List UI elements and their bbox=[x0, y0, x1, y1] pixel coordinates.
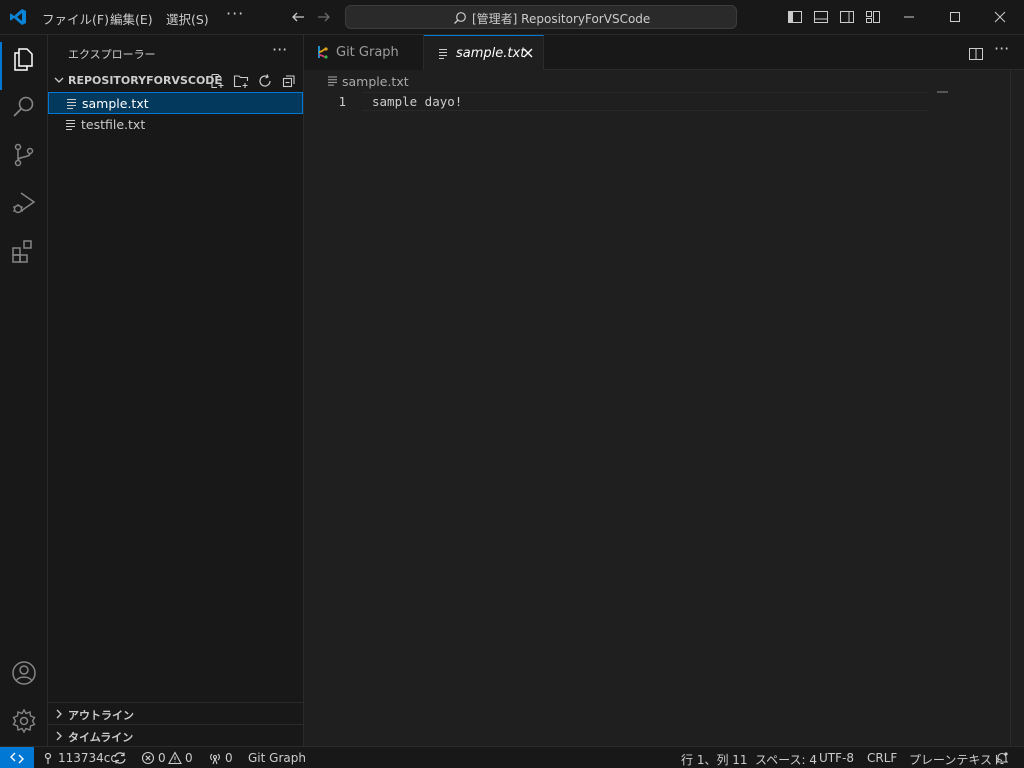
split-editor-icon[interactable] bbox=[968, 46, 984, 62]
search-icon[interactable] bbox=[10, 93, 38, 121]
collapse-all-icon[interactable] bbox=[281, 73, 297, 89]
status-bar: 113734cc 0 0 0 Git Graph 行 1、列 11 スペース: … bbox=[0, 746, 1024, 768]
file-label: sample.txt bbox=[82, 96, 149, 111]
toggle-secondary-sidebar-icon[interactable] bbox=[839, 9, 855, 25]
line-number: 1 bbox=[338, 94, 346, 109]
forward-arrow-icon[interactable] bbox=[316, 9, 332, 25]
text-file-icon bbox=[439, 49, 447, 59]
git-graph-status[interactable]: Git Graph bbox=[248, 751, 306, 765]
git-graph-icon bbox=[318, 46, 328, 59]
explorer-sidebar: エクスプローラー ··· REPOSITORYFORVSCODE sample.… bbox=[48, 35, 304, 746]
extensions-icon[interactable] bbox=[10, 237, 38, 265]
explorer-icon[interactable] bbox=[10, 45, 38, 73]
command-center-text: [管理者] RepositoryForVSCode bbox=[472, 12, 651, 26]
editor-scrollbar[interactable] bbox=[1010, 70, 1011, 746]
broadcast-icon bbox=[210, 753, 220, 765]
code-line[interactable]: sample dayo! bbox=[372, 94, 462, 109]
outline-label: アウトライン bbox=[68, 709, 134, 722]
title-bar: ファイル(F) 編集(E) 選択(S) ··· [管理者] Repository… bbox=[0, 0, 1024, 35]
new-file-icon[interactable] bbox=[209, 73, 225, 89]
chevron-right-icon bbox=[56, 731, 62, 741]
sidebar-title: エクスプローラー bbox=[68, 48, 156, 61]
text-file-icon bbox=[67, 99, 76, 109]
tab-label: Git Graph bbox=[336, 45, 399, 60]
file-item-sample[interactable]: sample.txt bbox=[48, 92, 303, 114]
menu-selection[interactable]: 選択(S) bbox=[166, 9, 209, 28]
accounts-icon[interactable] bbox=[10, 659, 38, 687]
sync-icon[interactable] bbox=[113, 751, 127, 765]
ports-count[interactable]: 0 bbox=[225, 751, 233, 765]
editor-tab-bar: Git Graph sample.txt ··· bbox=[304, 35, 1024, 70]
error-icon bbox=[141, 751, 155, 765]
outline-section[interactable]: アウトライン bbox=[48, 702, 303, 724]
toggle-panel-icon[interactable] bbox=[813, 9, 829, 25]
search-icon bbox=[454, 12, 466, 24]
close-window-icon[interactable] bbox=[991, 8, 1009, 26]
cursor-position[interactable]: 行 1、列 11 bbox=[681, 751, 748, 768]
vscode-logo-icon bbox=[10, 9, 26, 25]
close-icon[interactable] bbox=[522, 47, 534, 59]
remote-indicator[interactable] bbox=[0, 747, 34, 768]
minimap[interactable] bbox=[937, 91, 948, 93]
tab-label: sample.txt bbox=[456, 46, 526, 61]
run-and-debug-icon[interactable] bbox=[10, 189, 38, 217]
active-indicator bbox=[0, 42, 2, 90]
minimize-icon[interactable] bbox=[900, 8, 918, 26]
back-arrow-icon[interactable] bbox=[290, 9, 306, 25]
chevron-down-icon bbox=[54, 77, 64, 83]
branch-status[interactable]: 113734cc bbox=[58, 751, 117, 765]
new-folder-icon[interactable] bbox=[233, 73, 249, 89]
tab-sample-txt[interactable]: sample.txt bbox=[424, 35, 544, 70]
language-mode[interactable]: プレーンテキスト bbox=[909, 751, 1004, 768]
indentation[interactable]: スペース: 4 bbox=[755, 751, 817, 768]
menu-more-button[interactable]: ··· bbox=[226, 4, 244, 23]
end-of-line[interactable]: CRLF bbox=[867, 751, 897, 765]
menu-file[interactable]: ファイル(F) bbox=[42, 9, 109, 28]
file-item-testfile[interactable]: testfile.txt bbox=[48, 114, 303, 136]
sidebar-more-button[interactable]: ··· bbox=[272, 40, 287, 59]
tab-git-graph[interactable]: Git Graph bbox=[304, 35, 424, 70]
activity-bar bbox=[0, 35, 48, 746]
refresh-icon[interactable] bbox=[257, 73, 273, 89]
folder-name: REPOSITORYFORVSCODE bbox=[68, 74, 222, 87]
file-label: testfile.txt bbox=[81, 117, 146, 132]
text-file-icon bbox=[66, 120, 75, 130]
customize-layout-icon[interactable] bbox=[865, 9, 881, 25]
breadcrumb-file: sample.txt bbox=[342, 74, 409, 89]
text-file-icon bbox=[328, 76, 337, 86]
source-control-icon[interactable] bbox=[10, 141, 38, 169]
toggle-primary-sidebar-icon[interactable] bbox=[787, 9, 803, 25]
remote-icon bbox=[10, 752, 24, 764]
warning-count[interactable]: 0 bbox=[185, 751, 193, 765]
timeline-section[interactable]: タイムライン bbox=[48, 724, 303, 746]
chevron-right-icon bbox=[56, 709, 62, 719]
error-count[interactable]: 0 bbox=[158, 751, 166, 765]
notifications-bell-icon[interactable] bbox=[995, 751, 1009, 765]
editor-more-button[interactable]: ··· bbox=[994, 39, 1009, 58]
command-center[interactable]: [管理者] RepositoryForVSCode bbox=[345, 5, 737, 29]
encoding[interactable]: UTF-8 bbox=[819, 751, 854, 765]
manage-gear-icon[interactable] bbox=[10, 707, 38, 735]
warning-icon bbox=[168, 751, 182, 765]
menu-edit[interactable]: 編集(E) bbox=[110, 9, 153, 28]
git-commit-icon bbox=[44, 752, 52, 764]
timeline-label: タイムライン bbox=[68, 731, 134, 744]
maximize-icon[interactable] bbox=[946, 8, 964, 26]
